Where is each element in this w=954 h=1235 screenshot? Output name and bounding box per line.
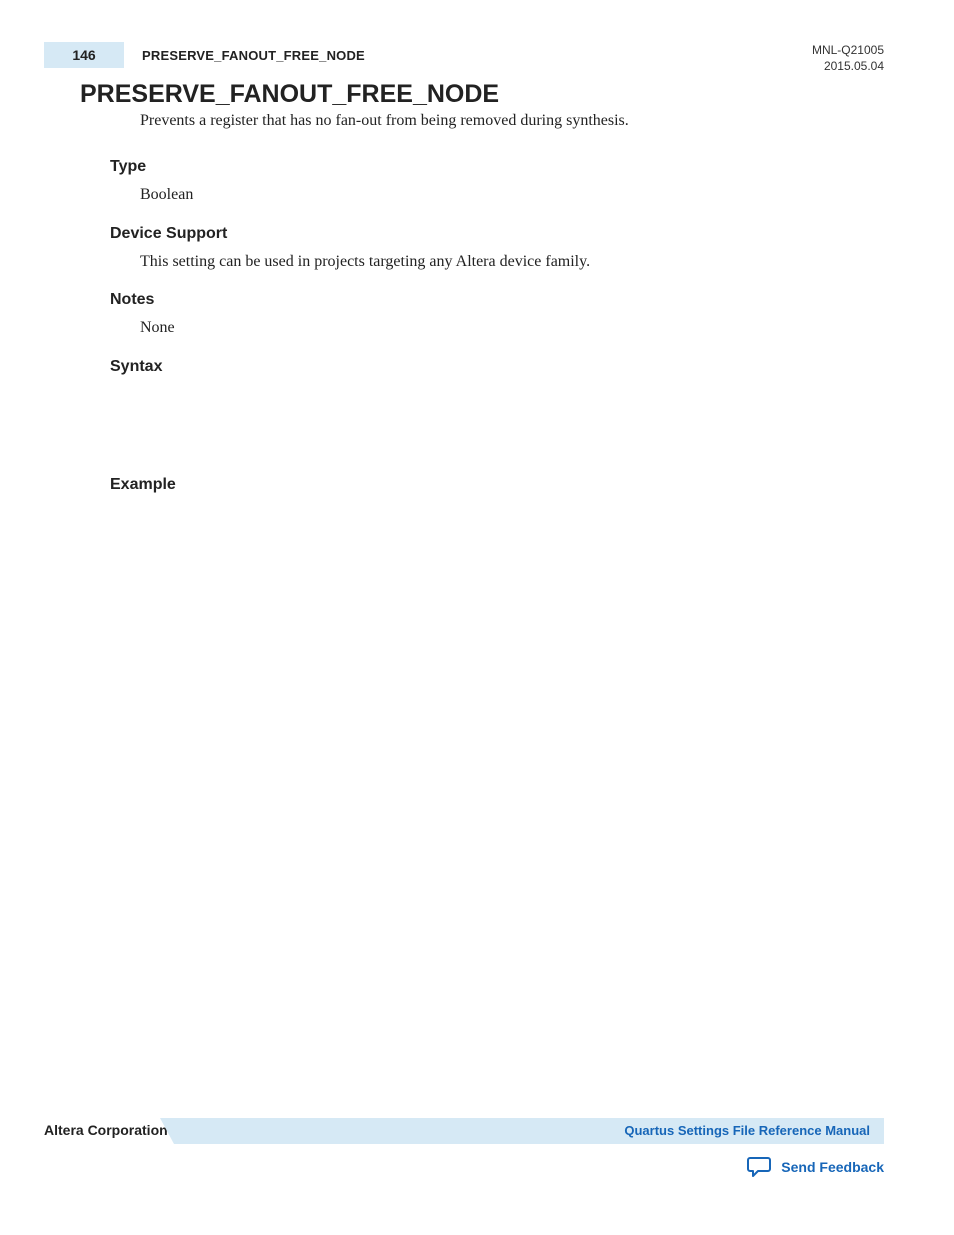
section-body-notes: None xyxy=(140,317,884,339)
send-feedback-link[interactable]: Send Feedback xyxy=(747,1156,884,1178)
doc-id: MNL-Q21005 xyxy=(812,42,884,58)
doc-date: 2015.05.04 xyxy=(812,58,884,74)
section-body-type: Boolean xyxy=(140,184,884,206)
section-heading-syntax: Syntax xyxy=(110,358,884,376)
section-heading-example: Example xyxy=(110,476,884,494)
section-body-device-support: This setting can be used in projects tar… xyxy=(140,251,884,273)
speech-bubble-icon xyxy=(747,1156,773,1178)
description-text: Prevents a register that has no fan-out … xyxy=(140,110,884,132)
page-number: 146 xyxy=(44,42,124,68)
section-heading-device-support: Device Support xyxy=(110,225,884,243)
running-header-title: PRESERVE_FANOUT_FREE_NODE xyxy=(142,48,365,63)
section-heading-type: Type xyxy=(110,158,884,176)
footer-company: Altera Corporation xyxy=(44,1122,168,1138)
section-heading-notes: Notes xyxy=(110,291,884,309)
send-feedback-label: Send Feedback xyxy=(781,1159,884,1175)
page-title: PRESERVE_FANOUT_FREE_NODE xyxy=(80,80,499,109)
manual-link[interactable]: Quartus Settings File Reference Manual xyxy=(174,1118,884,1144)
